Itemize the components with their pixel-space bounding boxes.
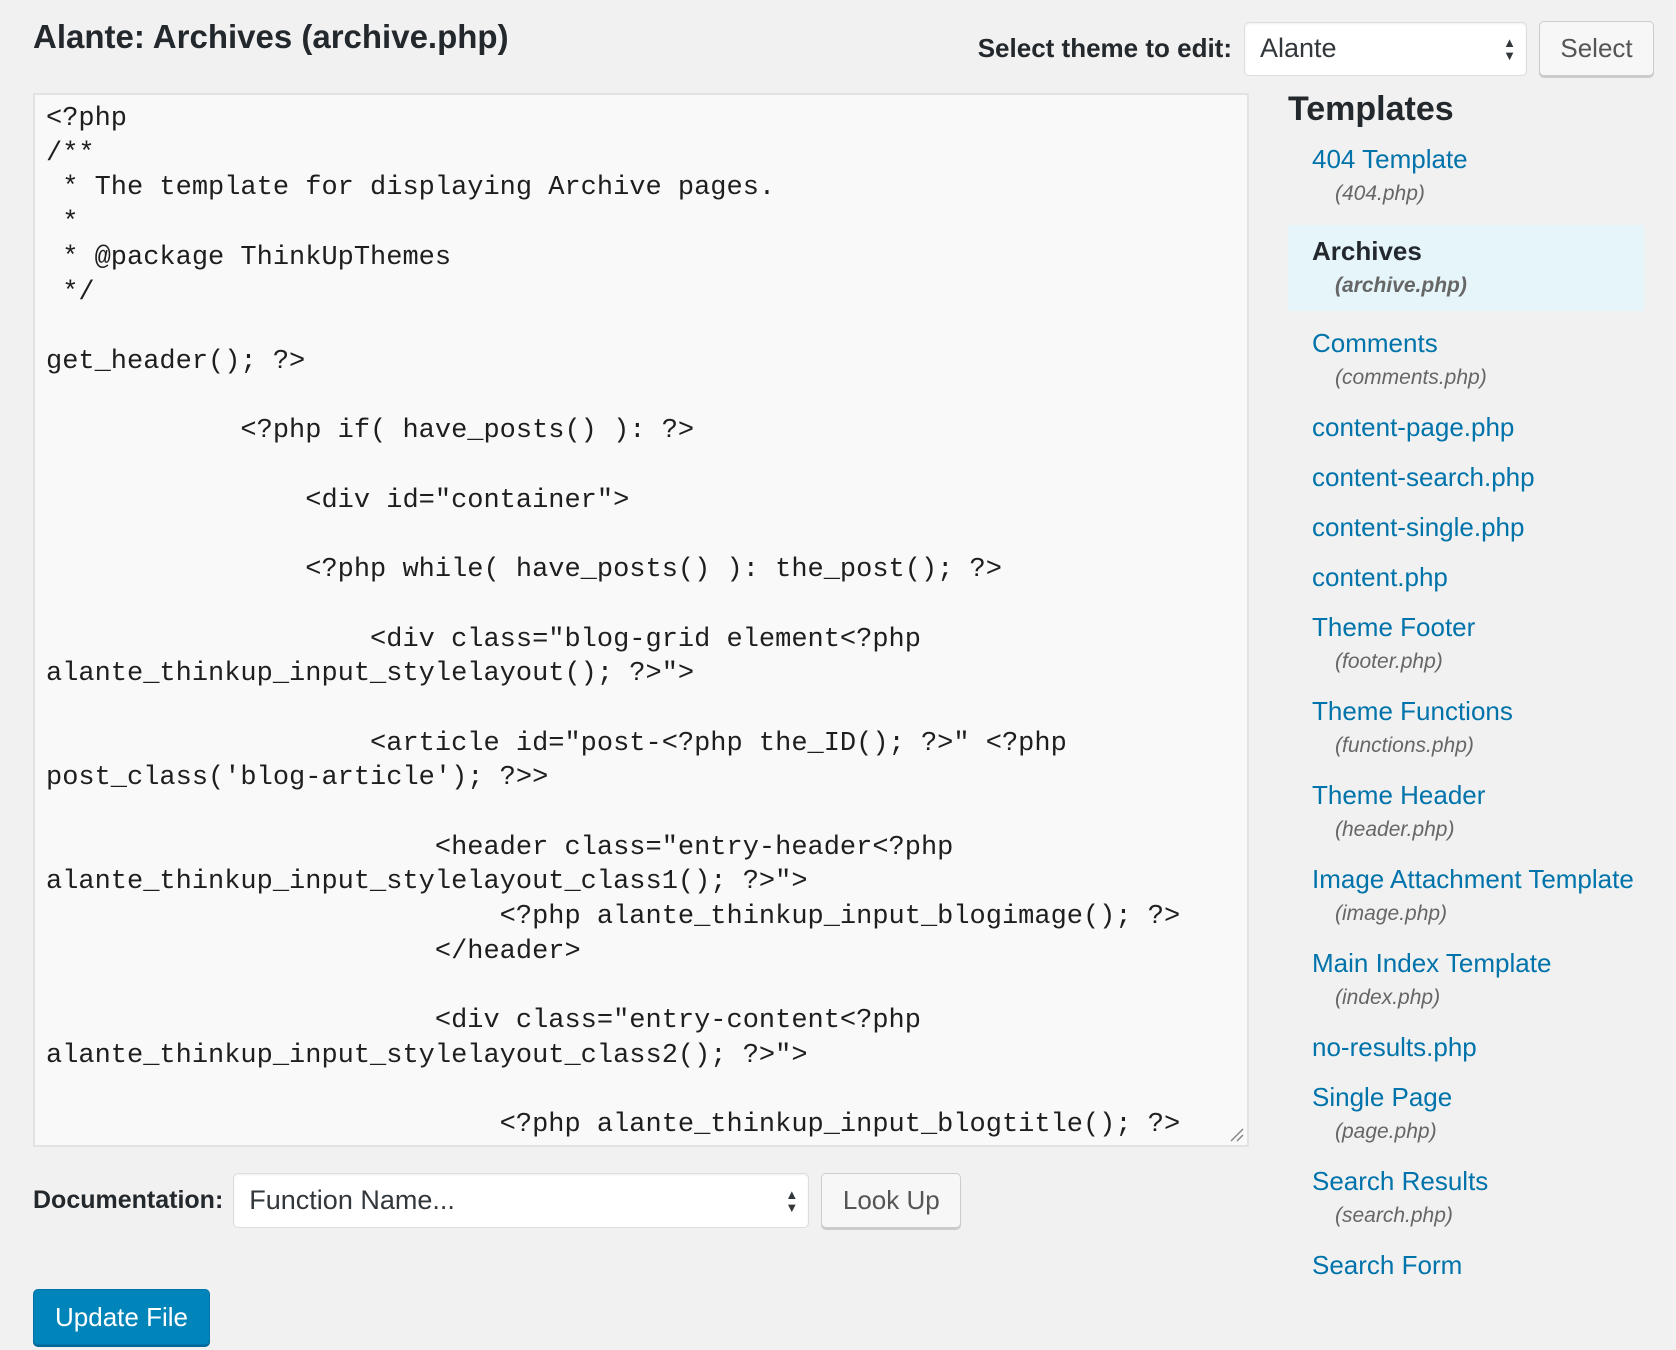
template-filename: (footer.php) — [1335, 650, 1443, 673]
template-filename: (page.php) — [1335, 1120, 1437, 1143]
select-arrows-icon: ▲ ▼ — [1503, 34, 1516, 63]
look-up-button[interactable]: Look Up — [821, 1173, 962, 1228]
template-name-link[interactable]: Theme Functions — [1312, 693, 1644, 729]
code-content[interactable]: <?php /** * The template for displaying … — [35, 95, 1247, 1145]
template-name-link[interactable]: content-single.php — [1312, 509, 1644, 545]
template-item[interactable]: Main Index Template (index.php) — [1288, 945, 1644, 1015]
update-file-button[interactable]: Update File — [33, 1289, 210, 1345]
template-filename: (image.php) — [1335, 902, 1448, 925]
template-filename: (functions.php) — [1335, 734, 1474, 757]
template-item[interactable]: no-results.php — [1288, 1029, 1644, 1065]
template-item[interactable]: content-page.php — [1288, 409, 1644, 445]
template-item[interactable]: Comments (comments.php) — [1288, 325, 1644, 395]
theme-select[interactable]: Alante ▲ ▼ — [1244, 21, 1527, 76]
template-name-link[interactable]: Theme Header — [1312, 777, 1644, 813]
template-filename: (search.php) — [1335, 1204, 1453, 1227]
template-item[interactable]: Image Attachment Template (image.php) — [1288, 861, 1644, 931]
theme-select-value: Alante — [1260, 33, 1337, 63]
theme-selector-row: Select theme to edit: Alante ▲ ▼ Select — [978, 21, 1654, 76]
template-item[interactable]: Theme Functions (functions.php) — [1288, 693, 1644, 763]
template-name-link[interactable]: Single Page — [1312, 1079, 1644, 1115]
template-filename: (header.php) — [1335, 818, 1455, 841]
template-filename: (comments.php) — [1335, 366, 1487, 389]
template-name-link[interactable]: Image Attachment Template — [1312, 861, 1644, 897]
template-name-link[interactable]: Main Index Template — [1312, 945, 1644, 981]
template-item[interactable]: content-search.php — [1288, 459, 1644, 495]
templates-sidebar: Templates 404 Template (404.php) Archives (… — [1288, 90, 1644, 1297]
theme-editor-page: Alante: Archives (archive.php) Select th… — [0, 0, 1676, 1350]
template-name-link[interactable]: Comments — [1312, 325, 1644, 361]
select-arrows-icon: ▲ ▼ — [785, 1186, 799, 1215]
template-item[interactable]: Theme Footer (footer.php) — [1288, 609, 1644, 679]
template-item[interactable]: Theme Header (header.php) — [1288, 777, 1644, 847]
template-name-link[interactable]: 404 Template — [1312, 141, 1644, 177]
resize-handle-icon[interactable] — [1228, 1126, 1244, 1142]
template-item[interactable]: Single Page (page.php) — [1288, 1079, 1644, 1149]
template-filename: (404.php) — [1335, 182, 1425, 205]
theme-select-label: Select theme to edit: — [977, 33, 1232, 63]
documentation-row: Documentation: Function Name... ▲ ▼ Look … — [33, 1173, 962, 1228]
templates-heading: Templates — [1288, 90, 1454, 128]
template-name-link[interactable]: content.php — [1312, 559, 1644, 595]
template-name-link[interactable]: Search Results — [1312, 1163, 1644, 1199]
template-name-link[interactable]: content-page.php — [1312, 409, 1644, 445]
template-item[interactable]: 404 Template (404.php) — [1288, 141, 1644, 211]
template-name-link[interactable]: content-search.php — [1312, 459, 1644, 495]
template-name-link[interactable]: Theme Footer — [1312, 609, 1644, 645]
function-name-select[interactable]: Function Name... ▲ ▼ — [233, 1173, 810, 1228]
template-item[interactable]: Archives (archive.php) — [1288, 225, 1644, 311]
template-name-link: Archives — [1312, 236, 1422, 266]
template-item[interactable]: Search Form — [1288, 1247, 1644, 1283]
template-filename: (archive.php) — [1335, 274, 1467, 297]
page-title: Alante: Archives (archive.php) — [33, 18, 509, 55]
template-name-link[interactable]: Search Form — [1312, 1247, 1644, 1283]
template-filename: (index.php) — [1335, 986, 1441, 1009]
template-item[interactable]: content-single.php — [1288, 509, 1644, 545]
template-item[interactable]: content.php — [1288, 559, 1644, 595]
select-theme-button[interactable]: Select — [1539, 21, 1654, 76]
template-item[interactable]: Search Results (search.php) — [1288, 1163, 1644, 1233]
documentation-label: Documentation: — [33, 1186, 224, 1214]
template-name-link[interactable]: no-results.php — [1312, 1029, 1644, 1065]
function-name-select-value: Function Name... — [249, 1185, 455, 1215]
code-editor[interactable]: <?php /** * The template for displaying … — [33, 93, 1249, 1147]
templates-list: 404 Template (404.php) Archives (archive.ph… — [1288, 141, 1644, 1283]
